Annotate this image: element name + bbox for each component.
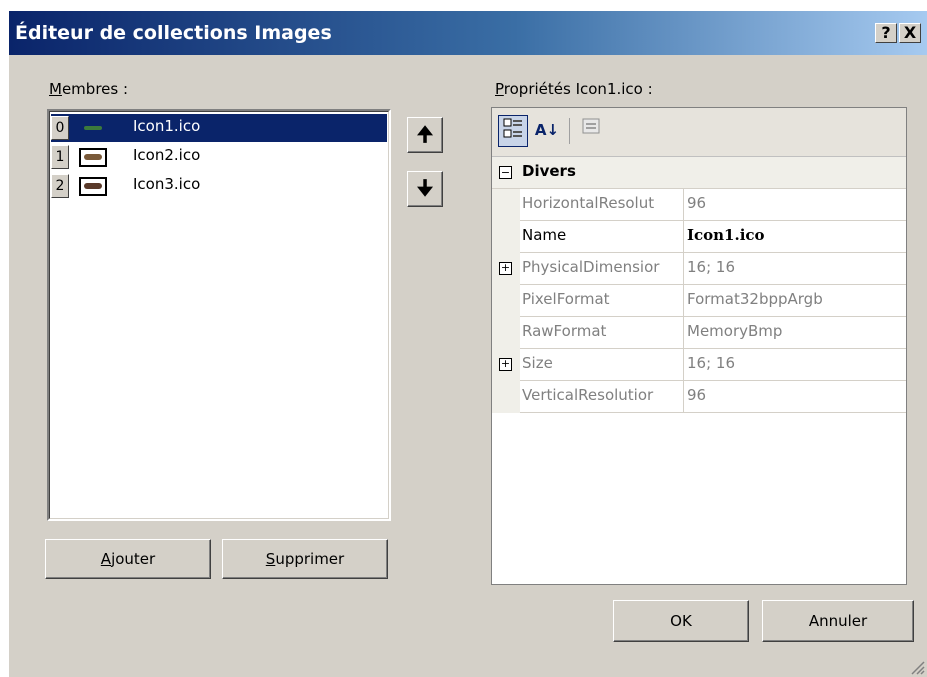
add-button[interactable]: Ajouter — [45, 539, 211, 579]
expand-icon[interactable]: + — [499, 358, 512, 371]
property-name: Name — [522, 226, 567, 244]
arrow-up-icon: 🠉 — [416, 122, 434, 146]
property-row[interactable]: HorizontalResolut 96 — [492, 189, 906, 221]
property-row[interactable]: Name Icon1.ico — [492, 221, 906, 253]
list-item-icon2[interactable]: 1 Icon2.ico — [51, 143, 387, 171]
ok-button[interactable]: OK — [613, 600, 749, 642]
resize-grip-icon[interactable] — [909, 659, 925, 675]
property-value[interactable]: Icon1.ico — [687, 226, 765, 244]
toolbar-separator — [569, 118, 570, 144]
expand-icon[interactable]: + — [499, 262, 512, 275]
property-pages-icon[interactable] — [576, 115, 606, 147]
cancel-button[interactable]: Annuler — [762, 600, 914, 642]
property-row[interactable]: PixelFormat Format32bppArgb — [492, 285, 906, 317]
list-item-label: Icon2.ico — [133, 146, 201, 164]
list-item-icon1[interactable]: 0 Icon1.ico — [51, 114, 387, 142]
categorized-icon[interactable] — [498, 115, 528, 147]
image-thumbnail-icon — [79, 177, 107, 196]
property-value[interactable]: 16; 16 — [687, 258, 735, 276]
window-title: Éditeur de collections Images — [15, 22, 332, 44]
property-name: RawFormat — [522, 322, 607, 340]
list-item-label: Icon1.ico — [133, 117, 201, 135]
category-name: Divers — [522, 162, 576, 180]
move-down-button[interactable]: 🠋 — [407, 171, 443, 207]
image-thumbnail-icon — [79, 148, 107, 167]
property-value[interactable]: 16; 16 — [687, 354, 735, 372]
close-button[interactable]: X — [899, 23, 921, 43]
index-badge: 0 — [51, 116, 69, 140]
help-button[interactable]: ? — [875, 23, 897, 43]
property-value[interactable]: Format32bppArgb — [687, 290, 823, 308]
properties-label: Propriétés Icon1.ico : — [495, 80, 653, 98]
members-list[interactable]: 0 Icon1.ico 1 Icon2.ico 2 Icon3.ico — [47, 109, 391, 521]
index-badge: 2 — [51, 174, 69, 198]
property-name: VerticalResolutior — [522, 386, 654, 404]
property-rows: − Divers HorizontalResolut 96 Name Icon1… — [492, 157, 906, 413]
list-item-label: Icon3.ico — [133, 175, 201, 193]
list-item-icon3[interactable]: 2 Icon3.ico — [51, 172, 387, 200]
property-value[interactable]: 96 — [687, 194, 706, 212]
dialog-window: Éditeur de collections Images ? X Membre… — [8, 10, 927, 677]
arrow-down-icon: 🠋 — [416, 176, 434, 200]
members-label: Membres : — [49, 80, 129, 98]
image-thumbnail-icon — [79, 119, 107, 138]
remove-button[interactable]: Supprimer — [222, 539, 388, 579]
title-bar: Éditeur de collections Images ? X — [9, 11, 927, 55]
sort-az-icon[interactable]: A↓ — [532, 115, 562, 147]
property-row[interactable]: VerticalResolutior 96 — [492, 381, 906, 413]
property-name: PhysicalDimensior — [522, 258, 660, 276]
property-name: HorizontalResolut — [522, 194, 655, 212]
property-toolbar: A↓ — [492, 108, 906, 157]
move-up-button[interactable]: 🠉 — [407, 117, 443, 153]
collapse-icon[interactable]: − — [499, 166, 512, 179]
category-divers[interactable]: − Divers — [492, 157, 906, 189]
property-value[interactable]: MemoryBmp — [687, 322, 782, 340]
property-row[interactable]: + Size 16; 16 — [492, 349, 906, 381]
property-value[interactable]: 96 — [687, 386, 706, 404]
property-grid[interactable]: A↓ − Divers HorizontalResolut 96 Name Ic… — [491, 107, 907, 585]
property-name: PixelFormat — [522, 290, 610, 308]
property-row[interactable]: + PhysicalDimensior 16; 16 — [492, 253, 906, 285]
property-row[interactable]: RawFormat MemoryBmp — [492, 317, 906, 349]
index-badge: 1 — [51, 145, 69, 169]
property-name: Size — [522, 354, 553, 372]
